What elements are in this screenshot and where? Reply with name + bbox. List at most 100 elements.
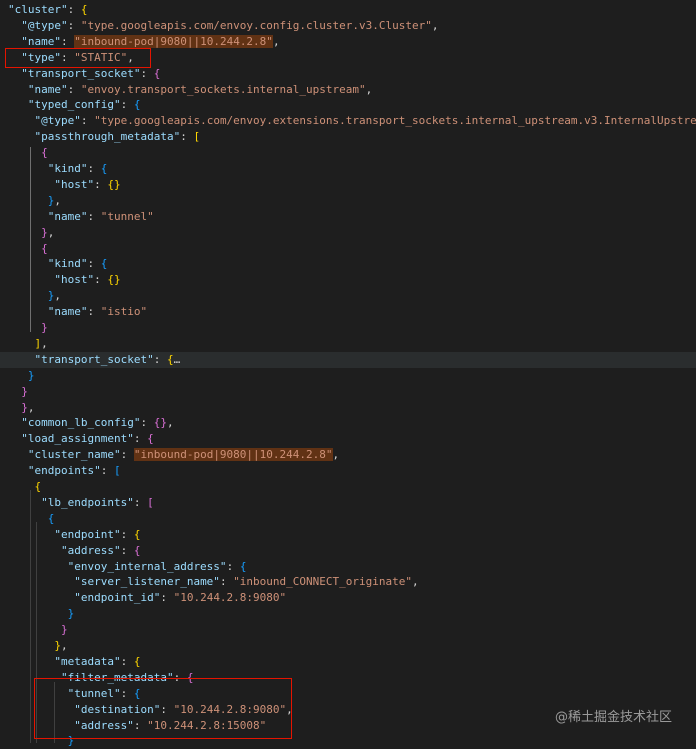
code-token: , [272,34,280,48]
code-line: "endpoints": [ [0,463,696,479]
code-token: { [41,146,48,160]
code-token: : [180,130,194,144]
code-token: { [147,432,154,446]
code-line: } [0,606,696,622]
code-token: [ [193,130,201,144]
code-line: }, [0,225,696,241]
code-token: , [166,416,174,430]
code-token: "transport_socket" [21,66,141,80]
code-token: { [133,543,141,557]
code-token: "name" [21,34,61,48]
code-token: { [34,480,42,493]
code-token: "cluster" [8,3,68,16]
code-line: "name": "envoy.transport_sockets.interna… [0,82,696,98]
code-line: }, [0,638,696,654]
code-token: : [153,352,167,366]
code-token: : [87,209,101,223]
code-token: : [219,575,234,589]
code-token: "server_listener_name" [74,575,220,589]
code-token: : [120,543,134,557]
code-token: , [332,448,340,462]
code-token: {} [153,416,167,430]
code-line: }, [0,400,696,416]
code-token: "inbound_CONNECT_originate" [233,575,412,589]
code-token: "host" [54,273,95,287]
code-editor[interactable]: "cluster": { "@type": "type.googleapis.c… [0,0,696,747]
code-token: : [133,495,148,509]
indent-guide-endpoints [30,490,31,743]
code-token: : [226,559,240,573]
code-line: "transport_socket": {… [0,351,696,368]
code-line: "passthrough_metadata": [ [0,129,696,145]
code-token: "metadata" [54,654,121,668]
indent-guide-passthrough [30,147,31,332]
code-token: } [41,321,48,334]
code-token: "typed_config" [27,98,121,112]
code-line: "@type": "type.googleapis.com/envoy.exte… [0,113,696,129]
code-token: { [133,98,141,112]
code-token: } [54,639,61,652]
code-token: , [431,18,439,32]
code-token: } [21,384,28,398]
code-token: "type.googleapis.com/envoy.config.cluste… [80,18,432,32]
code-line: "name": "tunnel" [0,209,696,225]
code-token: "tunnel" [100,209,154,223]
code-line: "endpoint": { [0,527,696,543]
code-token: : [120,98,134,112]
code-token: "istio" [100,305,148,319]
code-token: { [166,352,174,366]
code-token: : [67,18,81,32]
code-token: , [41,336,48,350]
code-line: "server_listener_name": "inbound_CONNECT… [0,574,696,590]
code-token: } [67,607,75,621]
code-token: "load_assignment" [21,432,134,446]
code-token: : [140,66,154,80]
code-token: "inbound-pod|9080||10.244.2.8" [133,448,333,462]
code-token: [ [147,495,154,509]
code-token: "passthrough_metadata" [34,130,181,144]
code-line: "cluster": { [0,2,696,18]
code-token: "host" [54,177,95,191]
code-token: : [120,448,134,462]
code-token: "transport_socket" [34,352,154,366]
code-token: "name" [47,209,88,223]
code-token: { [133,654,141,668]
code-token: "endpoint_id" [74,591,161,605]
code-token: : [80,114,95,128]
code-token: , [54,193,61,207]
code-line: ], [0,336,696,352]
code-line: "metadata": { [0,654,696,670]
code-line: "host": {} [0,177,696,193]
annotation-box-type [5,48,151,68]
code-line: { [0,241,696,257]
code-token: "@type" [21,18,68,32]
code-token: … [173,352,181,366]
code-line: "host": {} [0,272,696,288]
code-token: : [87,257,101,271]
code-line: } [0,368,696,384]
code-line: "address": { [0,543,696,559]
code-token: } [41,225,48,239]
code-token: "kind" [47,257,88,271]
code-token: : [120,654,134,668]
code-token: { [47,511,55,525]
code-token: { [153,66,161,80]
